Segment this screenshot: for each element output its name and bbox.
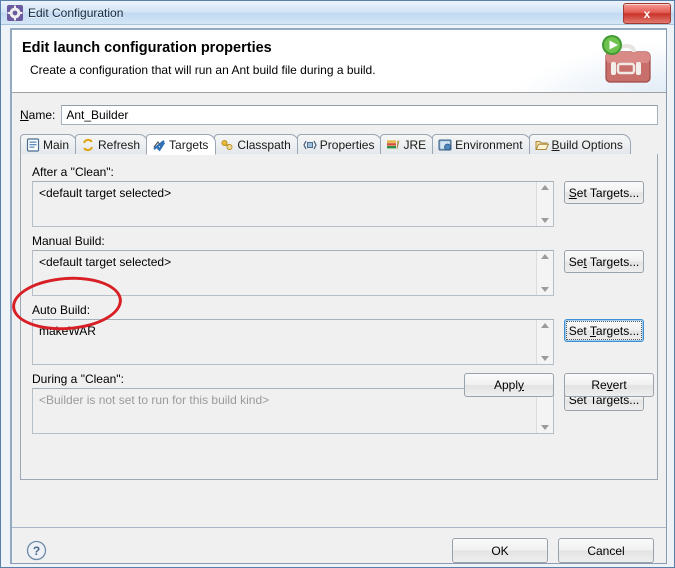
target-group-manual-build: Manual Build: <default target selected> … [32, 234, 644, 296]
name-row: Name: [20, 103, 658, 127]
dialog-header-subtitle: Create a configuration that will run an … [30, 63, 376, 77]
target-group-after-clean: After a "Clean": <default target selecte… [32, 165, 644, 227]
tab-build-options-label: Build Options [551, 137, 623, 152]
ok-label: OK [491, 543, 509, 558]
window-titlebar[interactable]: Edit Configuration x [1, 1, 674, 25]
auto-build-value: makeWAR [39, 324, 96, 338]
tab-main[interactable]: Main [20, 134, 78, 154]
apply-label: Apply [493, 378, 525, 392]
tab-strip: Main Refresh Targets Classpath Propertie… [20, 134, 658, 155]
jre-icon [387, 139, 400, 149]
folder-icon [534, 140, 549, 150]
tab-targets[interactable]: Targets [146, 134, 217, 155]
name-input[interactable] [61, 105, 658, 125]
scroll-down-icon[interactable] [541, 356, 549, 361]
target-group-auto-build: Auto Build: makeWAR Set Targets... [32, 303, 644, 365]
tab-refresh-label: Refresh [98, 137, 141, 152]
svg-text:?: ? [33, 544, 40, 558]
dialog-body: Edit launch configuration properties Cre… [10, 28, 667, 564]
targets-tab-panel: After a "Clean": <default target selecte… [20, 154, 658, 480]
during-clean-value: <Builder is not set to run for this buil… [39, 393, 270, 407]
tab-main-label: Main [43, 137, 70, 152]
scroll-down-icon[interactable] [541, 287, 549, 292]
set-targets-button-auto-build[interactable]: Set Targets... [564, 319, 644, 342]
window-title: Edit Configuration [28, 5, 124, 20]
ok-cancel-row: OK Cancel [452, 538, 654, 563]
auto-build-label: Auto Build: [32, 303, 91, 317]
help-question-icon[interactable]: ? [26, 540, 47, 561]
scroll-up-icon[interactable] [541, 323, 549, 328]
environment-icon [438, 139, 452, 150]
apply-button[interactable]: Apply [464, 373, 554, 397]
cancel-button[interactable]: Cancel [558, 538, 654, 563]
after-clean-textbox[interactable]: <default target selected> [32, 181, 554, 227]
manual-build-label: Manual Build: [32, 234, 105, 248]
tab-jre[interactable]: JRE [380, 134, 435, 154]
set-targets-button-manual-build[interactable]: Set Targets... [564, 250, 644, 273]
tab-jre-label: JRE [403, 137, 427, 152]
scroll-down-icon[interactable] [541, 218, 549, 223]
dialog-header: Edit launch configuration properties Cre… [12, 30, 666, 93]
close-icon: x [643, 6, 651, 21]
refresh-icon [83, 138, 93, 151]
manual-build-textbox[interactable]: <default target selected> [32, 250, 554, 296]
manual-build-value: <default target selected> [39, 255, 172, 269]
tab-refresh[interactable]: Refresh [75, 134, 149, 154]
ok-button[interactable]: OK [452, 538, 548, 563]
toolbox-with-run-badge-icon [602, 35, 651, 83]
set-targets-label: Set Targets... [568, 323, 640, 338]
tab-classpath[interactable]: Classpath [214, 134, 299, 154]
auto-build-set-targets-wrap: Set Targets... [564, 319, 644, 342]
scroll-up-icon[interactable] [541, 254, 549, 259]
scroll-up-icon[interactable] [541, 185, 549, 190]
dialog-header-title: Edit launch configuration properties [22, 40, 272, 56]
auto-build-textbox[interactable]: makeWAR [32, 319, 554, 365]
properties-icon [303, 140, 317, 149]
targets-icon [153, 139, 166, 151]
tab-targets-label: Targets [169, 137, 209, 152]
set-targets-label: Set Targets... [568, 254, 640, 269]
revert-button[interactable]: Revert [564, 373, 654, 397]
set-targets-button-after-clean[interactable]: Set Targets... [564, 181, 644, 204]
after-clean-set-targets-wrap: Set Targets... [564, 181, 644, 204]
tab-classpath-label: Classpath [237, 137, 291, 152]
set-targets-label: Set Targets... [568, 185, 640, 200]
tab-environment-label: Environment [455, 137, 523, 152]
revert-label: Revert [591, 378, 627, 392]
document-icon [26, 137, 40, 152]
tab-properties[interactable]: Properties [296, 134, 383, 154]
tab-build-options[interactable]: Build Options [528, 134, 631, 154]
scroll-down-icon[interactable] [541, 425, 549, 430]
cancel-label: Cancel [587, 543, 625, 558]
auto-build-scrollbar[interactable] [536, 320, 553, 364]
classpath-icon [221, 139, 233, 150]
tab-environment[interactable]: Environment [432, 134, 531, 154]
after-clean-label: After a "Clean": [32, 165, 114, 179]
gear-icon [7, 4, 23, 21]
name-label: Name: [20, 108, 56, 122]
close-button[interactable]: x [623, 3, 671, 24]
footer-separator [12, 527, 666, 528]
manual-build-set-targets-wrap: Set Targets... [564, 250, 644, 273]
edit-configuration-window: Edit Configuration x Edit launch configu… [0, 0, 675, 568]
tab-properties-label: Properties [319, 137, 375, 152]
apply-revert-row: Apply Revert [464, 373, 654, 397]
after-clean-scrollbar[interactable] [536, 182, 553, 226]
manual-build-scrollbar[interactable] [536, 251, 553, 295]
after-clean-value: <default target selected> [39, 186, 172, 200]
